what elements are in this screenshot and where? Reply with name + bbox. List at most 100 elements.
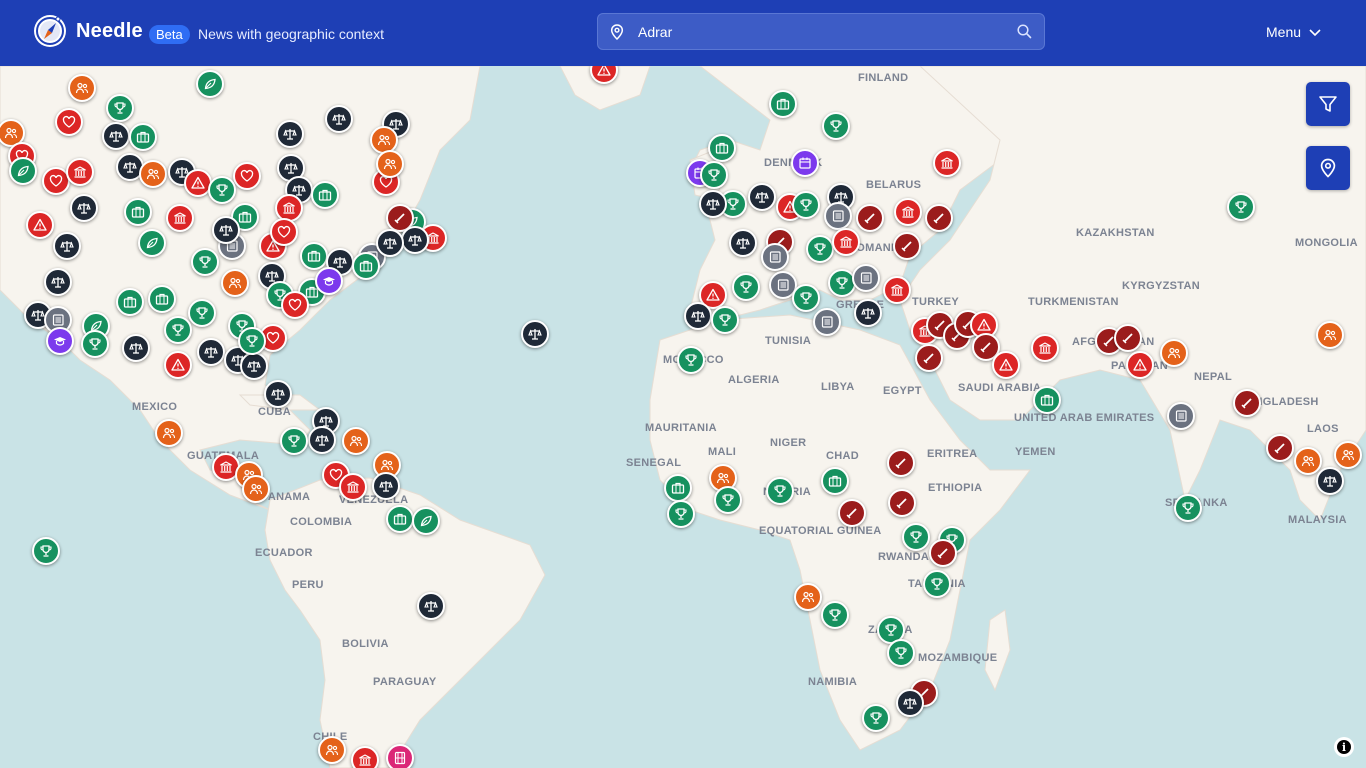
people-marker[interactable] [1160,339,1188,367]
justice-marker[interactable] [325,105,353,133]
justice-marker[interactable] [53,232,81,260]
conflict-marker[interactable] [856,204,884,232]
justice-marker[interactable] [308,426,336,454]
award-marker[interactable] [1227,193,1255,221]
award-marker[interactable] [164,316,192,344]
conflict-marker[interactable] [888,489,916,517]
justice-marker[interactable] [276,120,304,148]
event-marker[interactable] [791,149,819,177]
conflict-marker[interactable] [915,344,943,372]
justice-marker[interactable] [699,190,727,218]
business-marker[interactable] [129,123,157,151]
justice-marker[interactable] [264,380,292,408]
award-marker[interactable] [887,639,915,667]
health-marker[interactable] [55,108,83,136]
conflict-marker[interactable] [1114,324,1142,352]
business-marker[interactable] [124,198,152,226]
health-marker[interactable] [233,162,261,190]
people-marker[interactable] [1334,441,1362,469]
award-marker[interactable] [902,523,930,551]
menu-button[interactable]: Menu [1266,24,1321,40]
people-marker[interactable] [342,427,370,455]
award-marker[interactable] [862,704,890,732]
justice-marker[interactable] [70,194,98,222]
justice-marker[interactable] [1316,467,1344,495]
award-marker[interactable] [208,176,236,204]
award-marker[interactable] [700,161,728,189]
business-marker[interactable] [769,90,797,118]
education-marker[interactable] [315,267,343,295]
justice-marker[interactable] [102,122,130,150]
government-marker[interactable] [166,204,194,232]
business-marker[interactable] [352,252,380,280]
health-marker[interactable] [281,291,309,319]
government-marker[interactable] [883,276,911,304]
news-marker[interactable] [824,202,852,230]
award-marker[interactable] [191,248,219,276]
government-marker[interactable] [894,198,922,226]
justice-marker[interactable] [376,229,404,257]
alert-marker[interactable] [1126,351,1154,379]
justice-marker[interactable] [521,320,549,348]
justice-marker[interactable] [197,338,225,366]
compass-logo-icon[interactable] [34,15,66,47]
location-search[interactable] [597,13,1045,50]
justice-marker[interactable] [729,229,757,257]
news-marker[interactable] [813,308,841,336]
award-marker[interactable] [188,299,216,327]
award-marker[interactable] [1174,494,1202,522]
business-marker[interactable] [821,467,849,495]
people-marker[interactable] [1294,447,1322,475]
conflict-marker[interactable] [838,499,866,527]
conflict-marker[interactable] [1266,434,1294,462]
search-icon[interactable] [1017,24,1032,44]
app-title[interactable]: Needle [76,20,143,43]
alert-marker[interactable] [992,351,1020,379]
award-marker[interactable] [766,477,794,505]
award-marker[interactable] [732,273,760,301]
people-marker[interactable] [139,160,167,188]
justice-marker[interactable] [854,299,882,327]
award-marker[interactable] [667,500,695,528]
justice-marker[interactable] [212,216,240,244]
business-marker[interactable] [311,181,339,209]
news-marker[interactable] [1167,402,1195,430]
award-marker[interactable] [806,235,834,263]
award-marker[interactable] [792,284,820,312]
award-marker[interactable] [280,427,308,455]
government-marker[interactable] [1031,334,1059,362]
people-marker[interactable] [376,150,404,178]
conflict-marker[interactable] [925,204,953,232]
justice-marker[interactable] [240,352,268,380]
locate-button[interactable] [1306,146,1350,190]
conflict-marker[interactable] [893,232,921,260]
people-marker[interactable] [155,419,183,447]
environment-marker[interactable] [412,507,440,535]
news-marker[interactable] [761,243,789,271]
conflict-marker[interactable] [1233,389,1261,417]
government-marker[interactable] [832,228,860,256]
award-marker[interactable] [714,486,742,514]
award-marker[interactable] [711,306,739,334]
news-marker[interactable] [852,264,880,292]
environment-marker[interactable] [138,229,166,257]
award-marker[interactable] [81,330,109,358]
search-input[interactable] [638,21,998,43]
environment-marker[interactable] [196,70,224,98]
justice-marker[interactable] [122,334,150,362]
business-marker[interactable] [300,242,328,270]
world-map[interactable]: FINLAND DENMARK BELARUS KAZAKHSTAN MONGO… [0,66,1366,768]
award-marker[interactable] [792,191,820,219]
justice-marker[interactable] [684,302,712,330]
conflict-marker[interactable] [929,539,957,567]
justice-marker[interactable] [417,592,445,620]
attribution-button[interactable]: i [1334,737,1354,757]
people-marker[interactable] [68,74,96,102]
conflict-marker[interactable] [887,449,915,477]
award-marker[interactable] [677,346,705,374]
justice-marker[interactable] [748,183,776,211]
alert-marker[interactable] [164,351,192,379]
award-marker[interactable] [238,327,266,355]
award-marker[interactable] [821,601,849,629]
government-marker[interactable] [933,149,961,177]
